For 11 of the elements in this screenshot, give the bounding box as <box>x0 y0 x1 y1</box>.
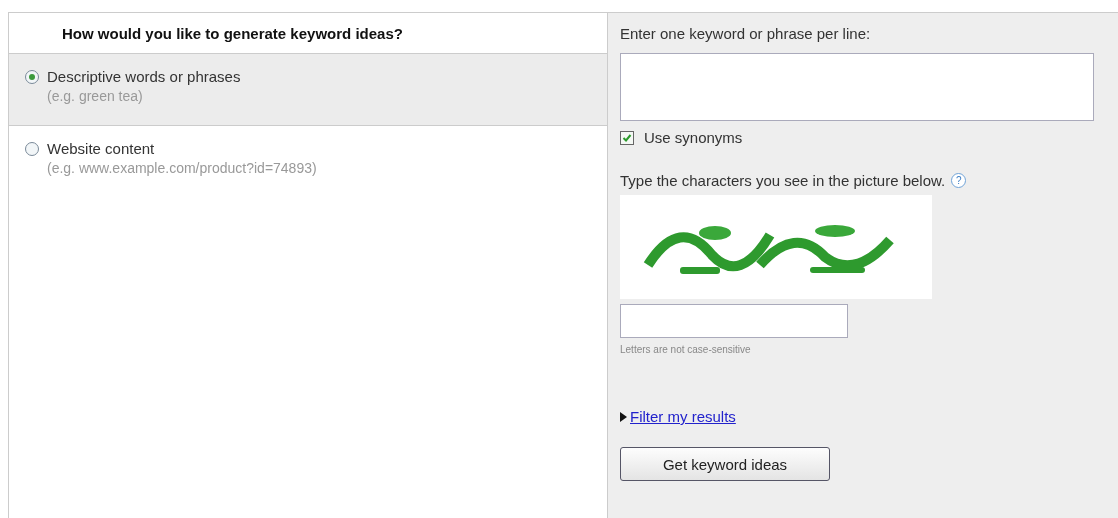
option-example: (e.g. www.example.com/product?id=74893) <box>47 160 317 176</box>
captcha-prompt: Type the characters you see in the picture below. <box>620 172 946 189</box>
option-example: (e.g. green tea) <box>47 88 144 104</box>
option-label: Website content <box>47 140 156 157</box>
field-hint: Letters are not case-sensitive <box>620 344 751 355</box>
option-label: Descriptive words or phrases <box>47 68 241 85</box>
get-ideas-button[interactable]: Get keyword ideas <box>620 447 830 481</box>
filter-link[interactable]: Filter my results <box>630 408 736 425</box>
field-label: Enter one keyword or phrase per line: <box>620 25 871 42</box>
help-icon[interactable]: ? <box>951 173 967 188</box>
checkbox-label: Use synonyms <box>644 129 743 146</box>
